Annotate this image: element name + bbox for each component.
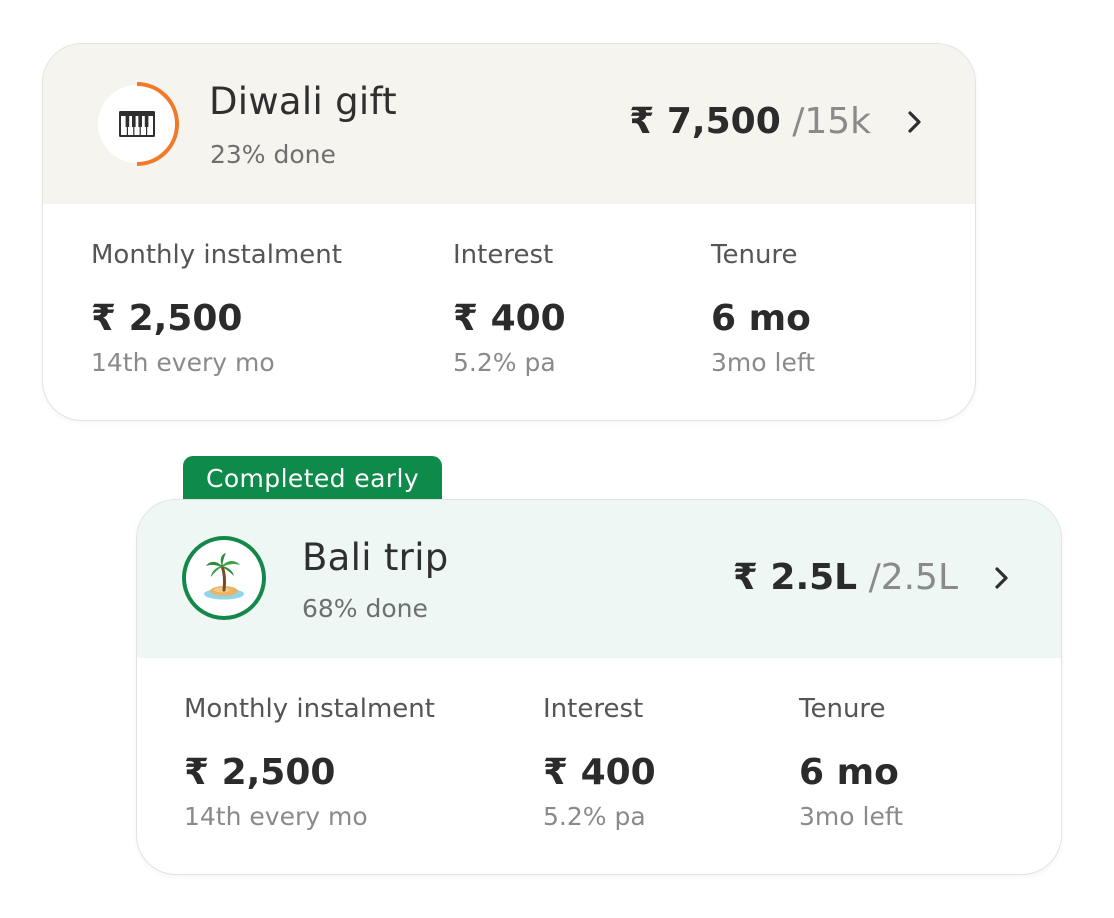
status-badge: Completed early xyxy=(183,456,443,500)
stat-label: Interest xyxy=(543,694,644,724)
stat-sub: 5.2% pa xyxy=(453,348,556,377)
stat-tenure: Tenure 6 mo 3mo left xyxy=(799,694,903,831)
stat-label: Monthly instalment xyxy=(91,240,342,270)
chevron-right-icon[interactable] xyxy=(901,106,929,138)
goal-progress-ring xyxy=(182,536,266,620)
stat-sub: 14th every mo xyxy=(91,348,275,377)
goal-card-diwali-gift[interactable]: Diwali gift 23% done ₹ 7,500 /15k Monthl… xyxy=(42,43,976,421)
stat-label: Interest xyxy=(453,240,554,270)
goal-progress-text: 23% done xyxy=(210,140,336,169)
piano-icon xyxy=(119,111,155,137)
goal-card-bali-trip[interactable]: Bali trip 68% done ₹ 2.5L /2.5L Monthly … xyxy=(136,499,1062,875)
stat-value: ₹ 400 xyxy=(543,752,656,793)
stat-interest: Interest ₹ 400 5.2% pa xyxy=(543,694,656,831)
stat-label: Tenure xyxy=(711,240,798,270)
goal-card-header[interactable]: Diwali gift 23% done ₹ 7,500 /15k xyxy=(43,44,975,204)
stat-value: ₹ 2,500 xyxy=(184,752,336,793)
stat-sub: 3mo left xyxy=(711,348,815,377)
stat-label: Monthly instalment xyxy=(184,694,435,724)
stat-value: 6 mo xyxy=(711,298,811,339)
stat-tenure: Tenure 6 mo 3mo left xyxy=(711,240,815,377)
stat-label: Tenure xyxy=(799,694,886,724)
goal-amount: ₹ 7,500 /15k xyxy=(629,104,871,140)
stat-value: 6 mo xyxy=(799,752,899,793)
stat-interest: Interest ₹ 400 5.2% pa xyxy=(453,240,566,377)
amount-target: /2.5L xyxy=(868,557,958,598)
stat-sub: 3mo left xyxy=(799,802,903,831)
stat-sub: 5.2% pa xyxy=(543,802,646,831)
goal-card-header[interactable]: Bali trip 68% done ₹ 2.5L /2.5L xyxy=(137,500,1061,658)
amount-saved: ₹ 2.5L xyxy=(732,557,858,598)
goal-amount: ₹ 2.5L /2.5L xyxy=(733,560,958,596)
amount-saved: ₹ 7,500 xyxy=(629,101,781,142)
stat-sub: 14th every mo xyxy=(184,802,368,831)
goal-progress-ring xyxy=(98,82,179,166)
stat-value: ₹ 2,500 xyxy=(91,298,243,339)
stat-monthly-instalment: Monthly instalment ₹ 2,500 14th every mo xyxy=(91,240,342,377)
stat-value: ₹ 400 xyxy=(453,298,566,339)
goal-progress-text: 68% done xyxy=(302,594,428,623)
goal-title: Bali trip xyxy=(302,536,449,579)
stat-monthly-instalment: Monthly instalment ₹ 2,500 14th every mo xyxy=(184,694,435,831)
amount-target: /15k xyxy=(792,101,871,142)
chevron-right-icon[interactable] xyxy=(988,562,1016,594)
goal-title: Diwali gift xyxy=(209,80,397,123)
